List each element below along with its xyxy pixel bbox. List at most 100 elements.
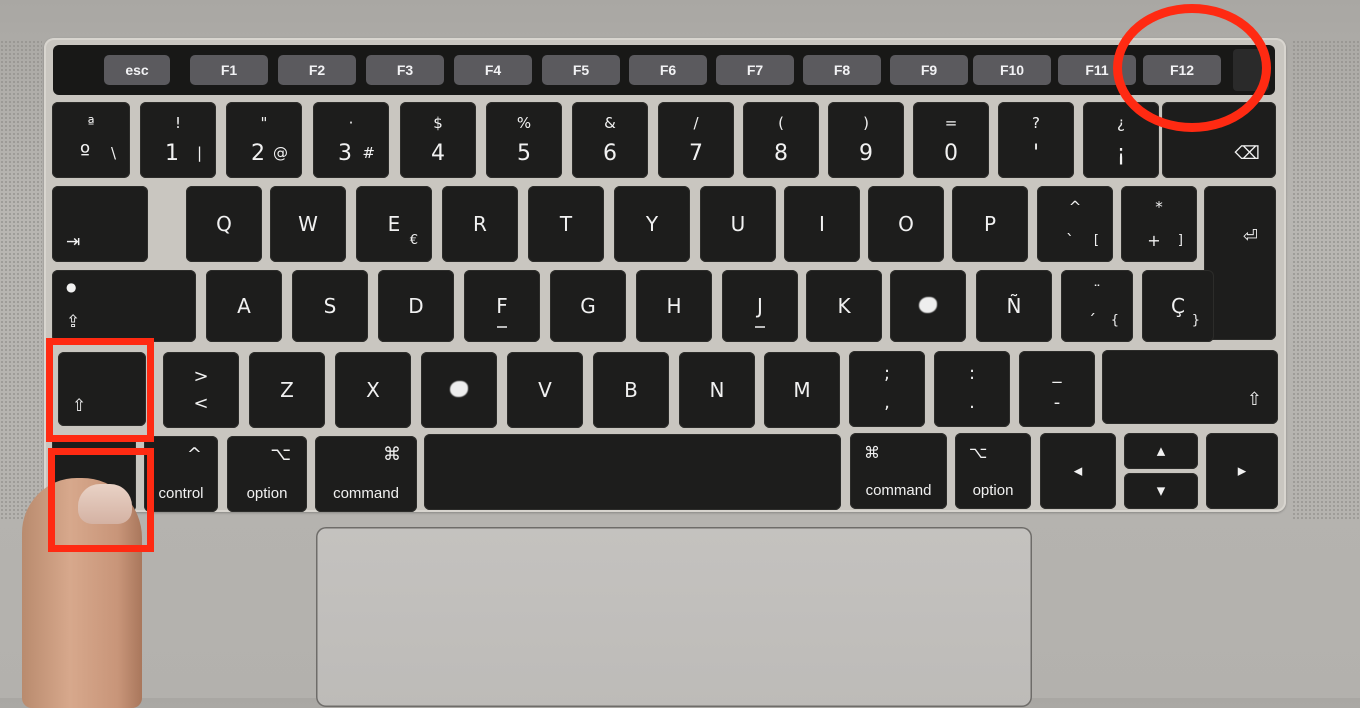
- arrow-up-key[interactable]: ▲: [1124, 433, 1198, 469]
- number-row-key[interactable]: $4: [400, 102, 476, 178]
- f8-key[interactable]: F8: [803, 55, 881, 85]
- letter-key-s[interactable]: S: [292, 270, 368, 342]
- key-char: Ñ: [1006, 294, 1022, 318]
- letter-key-u[interactable]: U: [700, 186, 776, 262]
- letter-key-y[interactable]: Y: [614, 186, 690, 262]
- letter-key-a[interactable]: A: [206, 270, 282, 342]
- trackpad[interactable]: [316, 527, 1032, 707]
- letter-key-x[interactable]: X: [335, 352, 411, 428]
- letter-key-d[interactable]: D: [378, 270, 454, 342]
- less-greater-key[interactable]: > <: [163, 352, 239, 428]
- number-row-key[interactable]: ? ': [998, 102, 1074, 178]
- f10-key[interactable]: F10: [973, 55, 1051, 85]
- plus-bracket-key[interactable]: * + ]: [1121, 186, 1197, 262]
- punctuation-key[interactable]: :.: [934, 351, 1010, 427]
- letter-key-q[interactable]: Q: [186, 186, 262, 262]
- key-char: V: [538, 378, 552, 402]
- punctuation-key[interactable]: _ -: [1019, 351, 1095, 427]
- number-row-key[interactable]: ª º \: [52, 102, 130, 178]
- key-bottom-char: 8: [774, 141, 788, 166]
- f6-key[interactable]: F6: [629, 55, 707, 85]
- right-shift-key[interactable]: ⇧: [1102, 350, 1278, 424]
- letter-key-r[interactable]: R: [442, 186, 518, 262]
- letter-key-e[interactable]: E €: [356, 186, 432, 262]
- key-top-char: :: [968, 363, 976, 384]
- option-label: option: [246, 485, 288, 502]
- number-row-key[interactable]: /7: [658, 102, 734, 178]
- right-command-key[interactable]: ⌘ command: [850, 433, 947, 509]
- key-bottom-char: 4: [431, 141, 445, 166]
- space-bar[interactable]: [424, 434, 841, 510]
- f7-key[interactable]: F7: [716, 55, 794, 85]
- caps-lock-key[interactable]: ● ⇪: [52, 270, 196, 342]
- key-char: U: [730, 212, 746, 236]
- letter-key-b[interactable]: B: [593, 352, 669, 428]
- letter-key-l[interactable]: [890, 270, 966, 342]
- punctuation-key[interactable]: ;,: [849, 351, 925, 427]
- key-top-char: =: [944, 114, 958, 132]
- f9-key[interactable]: F9: [890, 55, 968, 85]
- speaker-grille-left: [0, 40, 42, 520]
- letter-key-p[interactable]: P: [952, 186, 1028, 262]
- letter-key-i[interactable]: I: [784, 186, 860, 262]
- number-row-key[interactable]: ! 1 |: [140, 102, 216, 178]
- letter-key-h[interactable]: H: [636, 270, 712, 342]
- esc-key[interactable]: esc: [104, 55, 170, 85]
- annotation-rect-shift: [46, 338, 154, 442]
- letter-key-n[interactable]: N: [679, 352, 755, 428]
- letter-key-m[interactable]: M: [764, 352, 840, 428]
- arrow-right-key[interactable]: ▶: [1206, 433, 1278, 509]
- c-cedilla-key[interactable]: Ç }: [1142, 270, 1214, 342]
- left-command-key[interactable]: ⌘ command: [315, 436, 417, 512]
- key-bottom-char: +: [1147, 231, 1161, 250]
- letter-key-g[interactable]: G: [550, 270, 626, 342]
- key-char: K: [837, 294, 851, 318]
- return-key[interactable]: ⏎: [1204, 186, 1276, 340]
- control-icon: ^: [186, 444, 202, 465]
- number-row-key[interactable]: " 2 @: [226, 102, 302, 178]
- key-top-char: *: [1155, 198, 1163, 216]
- grave-bracket-key[interactable]: ^ ` [: [1037, 186, 1113, 262]
- key-char: Z: [280, 378, 294, 402]
- number-row-key[interactable]: ) 9: [828, 102, 904, 178]
- tab-key[interactable]: ⇥: [52, 186, 148, 262]
- key-top-char: !: [174, 114, 181, 132]
- number-row-key[interactable]: & 6: [572, 102, 648, 178]
- arrow-down-key[interactable]: ▼: [1124, 473, 1198, 509]
- control-key[interactable]: ^ control: [144, 436, 218, 512]
- left-option-key[interactable]: ⌥ option: [227, 436, 307, 512]
- letter-key-v[interactable]: V: [507, 352, 583, 428]
- right-option-key[interactable]: ⌥ option: [955, 433, 1031, 509]
- letter-key-z[interactable]: Z: [249, 352, 325, 428]
- key-char: J: [757, 294, 763, 318]
- number-row-key[interactable]: · 3 #: [313, 102, 389, 178]
- key-bottom-char: ¡: [1116, 141, 1126, 166]
- number-row-key[interactable]: % 5: [486, 102, 562, 178]
- key-char: A: [237, 294, 251, 318]
- f2-key[interactable]: F2: [278, 55, 356, 85]
- worn-label-smudge: [421, 378, 497, 402]
- letter-key-j[interactable]: J: [722, 270, 798, 342]
- number-row-key[interactable]: (8: [743, 102, 819, 178]
- letter-key-t[interactable]: T: [528, 186, 604, 262]
- letter-key-w[interactable]: W: [270, 186, 346, 262]
- letter-key-f[interactable]: F: [464, 270, 540, 342]
- f5-key[interactable]: F5: [542, 55, 620, 85]
- arrow-down-icon: ▼: [1156, 484, 1166, 498]
- letter-key-c[interactable]: [421, 352, 497, 428]
- arrow-left-icon: ◀: [1073, 464, 1083, 478]
- letter-key-k[interactable]: K: [806, 270, 882, 342]
- f3-key[interactable]: F3: [366, 55, 444, 85]
- number-row-key[interactable]: = 0: [913, 102, 989, 178]
- letter-key-o[interactable]: O: [868, 186, 944, 262]
- letter-key-ñ[interactable]: Ñ: [976, 270, 1052, 342]
- key-bottom-char: 6: [603, 141, 617, 166]
- f1-key[interactable]: F1: [190, 55, 268, 85]
- key-top-char: ;: [883, 363, 891, 384]
- key-top-char: ": [260, 114, 268, 132]
- arrow-left-key[interactable]: ◀: [1040, 433, 1116, 509]
- command-icon: ⌘: [864, 443, 880, 462]
- accent-key[interactable]: ¨ ´ {: [1061, 270, 1133, 342]
- f4-key[interactable]: F4: [454, 55, 532, 85]
- home-row-bump: [755, 326, 765, 328]
